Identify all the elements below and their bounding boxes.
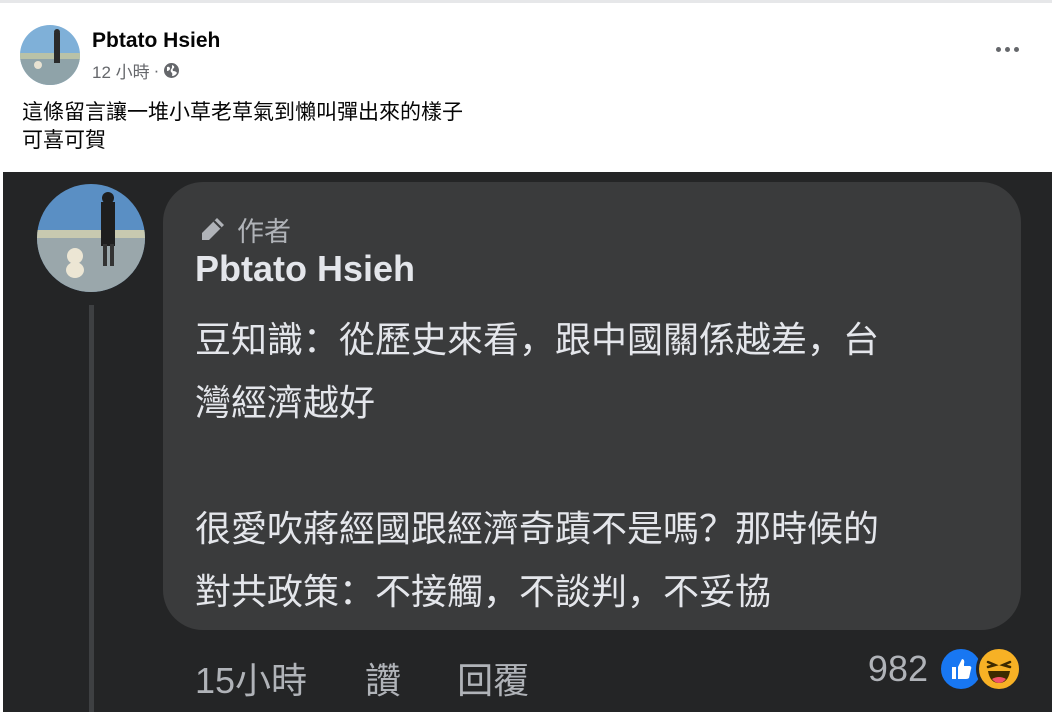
- comment-screenshot: 作者 Pbtato Hsieh 豆知識：從歷史來看，跟中國關係越差，台 灣經濟越…: [3, 172, 1052, 712]
- avatar[interactable]: [20, 25, 80, 85]
- comment-text-line: 對共政策：不接觸，不談判，不妥協: [195, 571, 772, 612]
- meta-separator: ·: [153, 60, 160, 80]
- thread-line: [89, 305, 94, 712]
- pen-icon: [197, 215, 227, 245]
- comment-avatar[interactable]: [37, 184, 145, 292]
- reaction-count: 982: [867, 648, 928, 689]
- comment-time[interactable]: 15小時: [195, 652, 307, 704]
- comment-actions: 15小時 讚 回覆: [195, 652, 529, 704]
- post-text: 這條留言讓一堆小草老草氣到懶叫彈出來的樣子 可喜可賀: [22, 99, 463, 155]
- author-badge: 作者: [197, 210, 291, 249]
- post-text-line: 這條留言讓一堆小草老草氣到懶叫彈出來的樣子: [22, 101, 463, 124]
- comment-text-line: 豆知識：從歷史來看，跟中國關係越差，台: [195, 319, 880, 360]
- reply-button[interactable]: 回覆: [457, 652, 529, 704]
- more-options-button[interactable]: [994, 39, 1024, 59]
- post-author-name[interactable]: Pbtato Hsieh: [92, 29, 220, 53]
- more-horizontal-icon: [996, 47, 1001, 52]
- reactions-summary[interactable]: 982: [868, 646, 1022, 692]
- like-button[interactable]: 讚: [365, 652, 401, 704]
- comment-text-line: 灣經濟越好: [195, 382, 376, 423]
- haha-icon: [976, 646, 1022, 692]
- comment-body: 豆知識：從歷史來看，跟中國關係越差，台 灣經濟越好 很愛吹蔣經國跟經濟奇蹟不是嗎…: [195, 308, 1005, 623]
- post-text-line: 可喜可賀: [22, 129, 106, 152]
- more-dot: [1014, 47, 1019, 52]
- author-badge-label: 作者: [237, 217, 291, 247]
- globe-icon[interactable]: [163, 62, 180, 79]
- post-header: Pbtato Hsieh 12 小時 · 這條留言讓一堆小草老草氣到懶叫彈出來的…: [0, 0, 1052, 172]
- comment-text-line: 很愛吹蔣經國跟經濟奇蹟不是嗎？那時候的: [195, 508, 880, 549]
- comment-bubble: 作者 Pbtato Hsieh 豆知識：從歷史來看，跟中國關係越差，台 灣經濟越…: [163, 182, 1021, 630]
- more-dot: [1005, 47, 1010, 52]
- post-time[interactable]: 12 小時: [92, 58, 150, 83]
- post-meta: 12 小時 ·: [92, 58, 180, 83]
- comment-author-name[interactable]: Pbtato Hsieh: [195, 248, 415, 290]
